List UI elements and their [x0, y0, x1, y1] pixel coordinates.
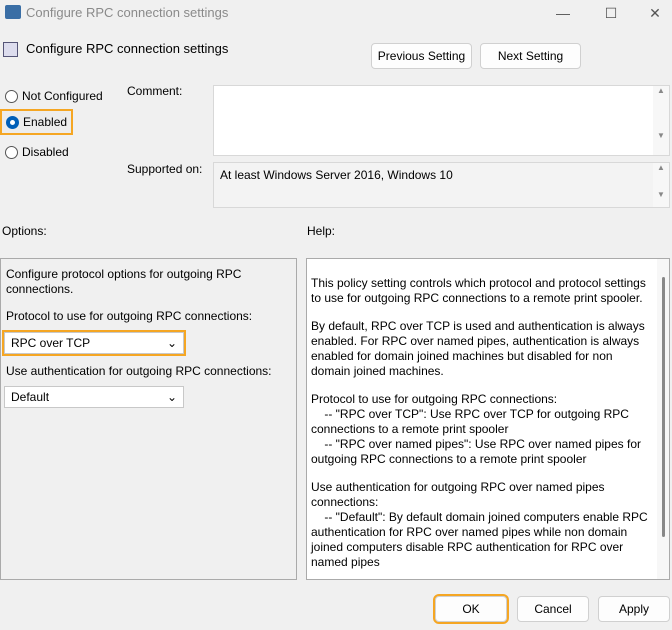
auth-value: Default: [11, 390, 50, 404]
radio-label: Enabled: [23, 115, 68, 129]
chevron-down-icon: ⌄: [166, 390, 177, 404]
policy-icon: [3, 42, 18, 57]
help-paragraph: Use authentication for outgoing RPC over…: [311, 480, 648, 569]
scroll-thumb[interactable]: [661, 277, 665, 537]
policy-title: Configure RPC connection settings: [26, 41, 229, 56]
cancel-button[interactable]: Cancel: [517, 596, 589, 622]
radio-circle: [5, 145, 18, 159]
auth-label: Use authentication for outgoing RPC conn…: [6, 364, 272, 378]
app-icon: [5, 5, 21, 19]
supported-value: At least Windows Server 2016, Windows 10: [220, 168, 453, 182]
comment-label: Comment:: [127, 84, 183, 98]
help-scrollbar[interactable]: [657, 259, 669, 579]
options-label: Options:: [2, 224, 47, 238]
radio-label: Not Configured: [22, 89, 103, 103]
radio-enabled[interactable]: Enabled: [0, 109, 74, 135]
help-paragraph: Protocol to use for outgoing RPC connect…: [311, 392, 641, 466]
help-paragraph: By default, RPC over TCP is used and aut…: [311, 319, 649, 378]
supported-field: At least Windows Server 2016, Windows 10…: [213, 162, 670, 208]
comment-textarea[interactable]: ▲ ▼: [213, 85, 670, 156]
scrollbar[interactable]: ▲ ▼: [653, 163, 669, 207]
protocol-value: RPC over TCP: [11, 336, 91, 350]
maximize-button[interactable]: ☐: [596, 2, 626, 24]
window-title: Configure RPC connection settings: [26, 5, 229, 20]
radio-circle: [5, 89, 18, 103]
protocol-select[interactable]: RPC over TCP ⌄: [2, 330, 186, 356]
radio-disabled[interactable]: Disabled: [5, 145, 69, 159]
previous-setting-button[interactable]: Previous Setting: [371, 43, 472, 69]
protocol-label: Protocol to use for outgoing RPC connect…: [6, 309, 253, 323]
radio-not-configured[interactable]: Not Configured: [5, 89, 103, 103]
minimize-button[interactable]: —: [548, 2, 578, 24]
radio-label: Disabled: [22, 145, 69, 159]
help-panel: This policy setting controls which proto…: [306, 258, 670, 580]
supported-label: Supported on:: [127, 162, 203, 176]
help-label: Help:: [307, 224, 336, 238]
options-panel: Configure protocol options for outgoing …: [0, 258, 297, 580]
chevron-down-icon: ⌄: [166, 336, 177, 350]
next-setting-button[interactable]: Next Setting: [480, 43, 581, 69]
ok-button[interactable]: OK: [433, 594, 509, 624]
help-paragraph: This policy setting controls which proto…: [311, 276, 650, 305]
radio-circle: [6, 115, 19, 129]
auth-select[interactable]: Default ⌄: [4, 386, 184, 408]
scrollbar[interactable]: ▲ ▼: [653, 86, 669, 155]
options-description: Configure protocol options for outgoing …: [6, 267, 242, 296]
close-button[interactable]: ✕: [640, 2, 670, 24]
apply-button[interactable]: Apply: [598, 596, 670, 622]
